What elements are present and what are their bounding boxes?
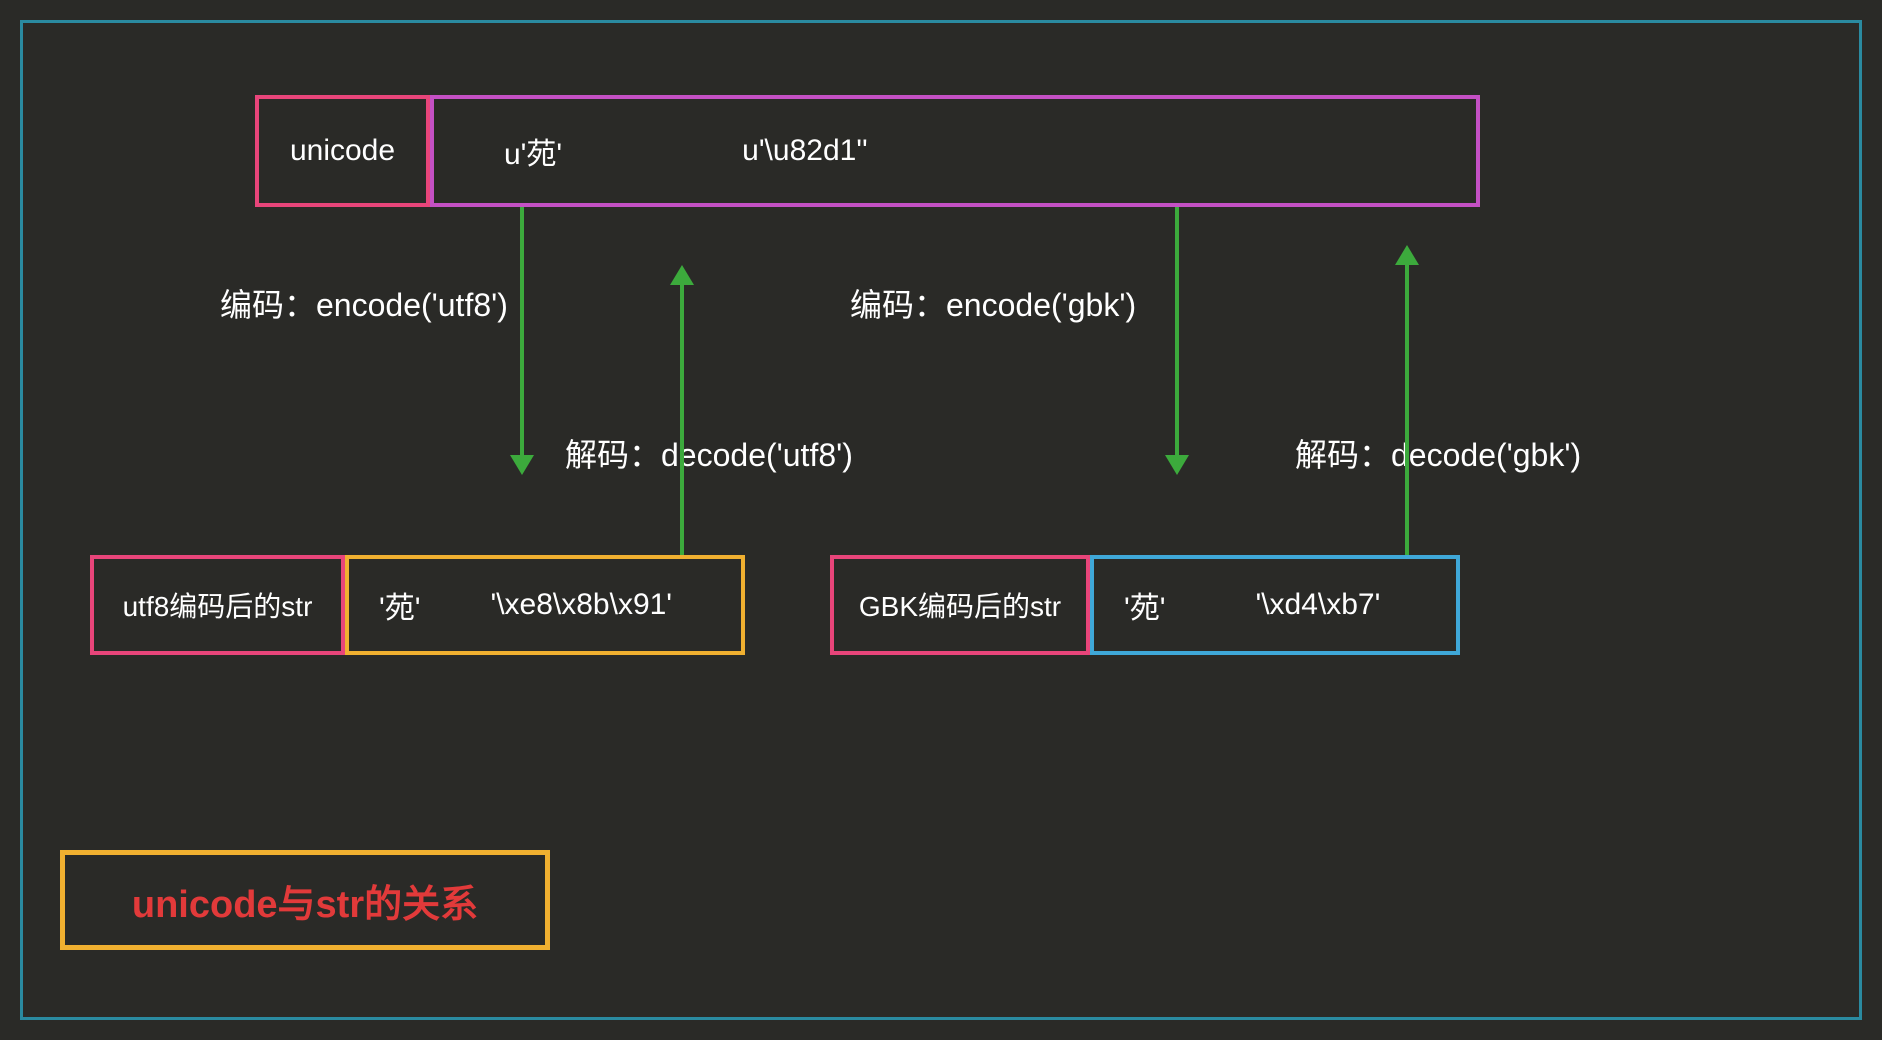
decode-utf8-label: 解码：decode('utf8') [565, 430, 853, 476]
utf8-value2: '\xe8\x8b\x91' [490, 588, 672, 622]
unicode-value2: u'\u82d1'' [742, 134, 868, 168]
gbk-type-box: GBK编码后的str [830, 555, 1090, 655]
encode-utf8-label: 编码：encode('utf8') [220, 280, 508, 326]
utf8-label-text: utf8编码后的str [123, 585, 313, 625]
arrow-decode-gbk-head [1395, 245, 1419, 265]
gbk-content-box: '苑' '\xd4\xb7' [1090, 555, 1460, 655]
diagram-canvas: unicode u'苑' u'\u82d1'' 编码：encode('utf8'… [0, 0, 1882, 1040]
unicode-label-text: unicode [290, 134, 395, 168]
utf8-type-box: utf8编码后的str [90, 555, 345, 655]
decode-gbk-label: 解码：decode('gbk') [1295, 430, 1581, 476]
gbk-value2: '\xd4\xb7' [1255, 588, 1380, 622]
arrow-decode-gbk-line [1405, 265, 1409, 555]
title-box: unicode与str的关系 [60, 850, 550, 950]
gbk-label-text: GBK编码后的str [859, 585, 1061, 625]
arrow-decode-utf8-head [670, 265, 694, 285]
gbk-value1: '苑' [1124, 583, 1165, 627]
arrow-encode-gbk-head [1165, 455, 1189, 475]
arrow-decode-utf8-line [680, 285, 684, 555]
utf8-value1: '苑' [379, 583, 420, 627]
utf8-content-box: '苑' '\xe8\x8b\x91' [345, 555, 745, 655]
arrow-encode-gbk-line [1175, 207, 1179, 457]
unicode-type-box: unicode [255, 95, 430, 207]
arrow-encode-utf8-line [520, 207, 524, 457]
encode-gbk-label: 编码：encode('gbk') [850, 280, 1136, 326]
arrow-encode-utf8-head [510, 455, 534, 475]
title-text: unicode与str的关系 [132, 873, 478, 928]
unicode-value1: u'苑' [504, 129, 562, 173]
unicode-content-box: u'苑' u'\u82d1'' [430, 95, 1480, 207]
